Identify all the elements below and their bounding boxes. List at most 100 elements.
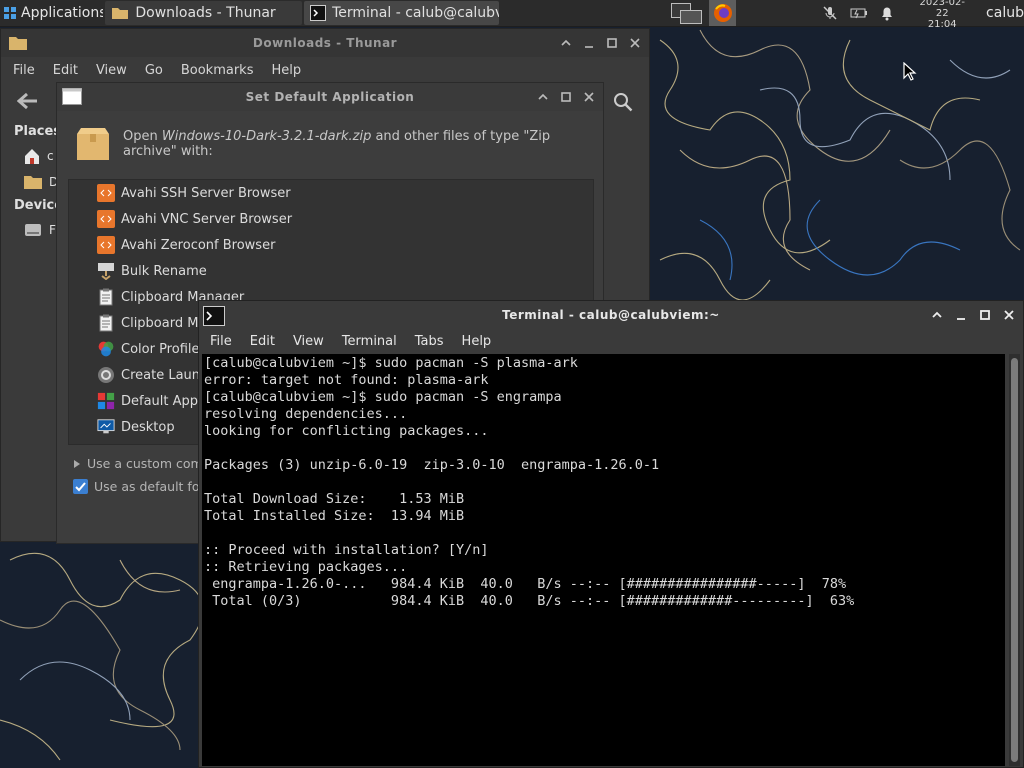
applications-menu-button[interactable]: Applications xyxy=(0,0,103,27)
places-header: Places xyxy=(14,124,62,139)
create-launcher-icon xyxy=(97,366,115,384)
close-icon[interactable] xyxy=(583,91,595,103)
use-as-default-checkbox[interactable]: Use as default for xyxy=(73,479,205,494)
mouse-cursor-icon xyxy=(903,62,917,82)
color-profile-icon xyxy=(97,340,115,358)
sidebar-item-filesystem[interactable]: F xyxy=(1,217,61,243)
maximize-icon[interactable] xyxy=(606,37,618,49)
maximize-icon[interactable] xyxy=(979,309,991,321)
menu-edit[interactable]: Edit xyxy=(241,334,284,349)
system-tray xyxy=(822,5,894,21)
scrollbar-thumb[interactable] xyxy=(1011,358,1018,762)
folder-icon xyxy=(111,6,129,20)
default-applications-icon xyxy=(97,392,115,410)
firefox-icon xyxy=(713,3,733,23)
minimize-icon[interactable] xyxy=(955,309,967,321)
dialog-title: Set Default Application xyxy=(245,90,415,104)
maximize-icon[interactable] xyxy=(560,91,572,103)
user-menu[interactable]: calub xyxy=(986,5,1024,21)
terminal-line: Total (0/3) 984.4 KiB 40.0 B/s --:-- [##… xyxy=(204,593,855,609)
list-item[interactable]: Avahi VNC Server Browser xyxy=(69,206,593,232)
taskbar-item-terminal[interactable]: Terminal - calub@calubvi... xyxy=(304,1,499,25)
list-item[interactable]: Avahi SSH Server Browser xyxy=(69,180,593,206)
top-panel: Applications Downloads - Thunar Terminal… xyxy=(0,0,1024,30)
close-icon[interactable] xyxy=(629,37,641,49)
battery-icon[interactable] xyxy=(850,7,868,19)
terminal-line: engrampa-1.26.0-... 984.4 KiB 40.0 B/s -… xyxy=(204,576,847,592)
folder-icon xyxy=(23,174,43,190)
taskbar-item-label: Terminal - calub@calubvi... xyxy=(332,5,499,21)
menu-edit[interactable]: Edit xyxy=(44,63,87,78)
menu-bookmarks[interactable]: Bookmarks xyxy=(172,63,263,78)
triangle-right-icon xyxy=(73,459,81,469)
menu-tabs[interactable]: Tabs xyxy=(406,334,453,349)
terminal-line: [calub@calubviem ~]$ sudo pacman -S engr… xyxy=(204,389,562,405)
terminal-line: resolving dependencies... xyxy=(204,406,408,422)
applications-label: Applications xyxy=(21,5,104,21)
terminal-line: :: Proceed with installation? [Y/n] xyxy=(204,542,489,558)
menu-help[interactable]: Help xyxy=(453,334,501,349)
menu-terminal[interactable]: Terminal xyxy=(333,334,406,349)
avahi-icon xyxy=(97,236,115,254)
terminal-titlebar[interactable]: Terminal - calub@calubviem:~ xyxy=(199,301,1023,329)
archive-icon xyxy=(73,124,113,164)
terminal-line: looking for conflicting packages... xyxy=(204,423,489,439)
terminal-window: Terminal - calub@calubviem:~ File Edit V… xyxy=(198,300,1024,768)
drive-icon xyxy=(23,221,43,239)
workspace-switcher[interactable] xyxy=(670,1,705,25)
clock-time: 21:04 xyxy=(927,18,957,30)
close-icon[interactable] xyxy=(1003,309,1015,321)
terminal-scrollbar[interactable] xyxy=(1009,354,1020,766)
terminal-line: Total Download Size: 1.53 MiB xyxy=(204,491,465,507)
terminal-line: [calub@calubviem ~]$ sudo pacman -S plas… xyxy=(204,355,578,371)
taskbar-item-thunar[interactable]: Downloads - Thunar xyxy=(105,1,303,25)
notification-bell-icon[interactable] xyxy=(880,5,894,21)
terminal-line: error: target not found: plasma-ark xyxy=(204,372,489,388)
window-title: Terminal - calub@calubviem:~ xyxy=(502,308,720,322)
xfce-logo-icon xyxy=(3,6,17,20)
search-icon[interactable] xyxy=(613,92,633,112)
checkmark-icon xyxy=(73,479,88,494)
prompt-filename: Windows-10-Dark-3.2.1-dark.zip xyxy=(161,129,372,144)
devices-header: Device xyxy=(14,198,64,213)
terminal-menubar: File Edit View Terminal Tabs Help xyxy=(199,329,1023,354)
menu-help[interactable]: Help xyxy=(262,63,310,78)
menu-view[interactable]: View xyxy=(284,334,333,349)
minimize-icon[interactable] xyxy=(583,37,595,49)
clipboard-icon xyxy=(97,288,115,306)
taskbar-item-label: Downloads - Thunar xyxy=(135,5,276,21)
custom-command-expander[interactable]: Use a custom comm xyxy=(73,456,215,471)
menu-file[interactable]: File xyxy=(4,63,44,78)
thunar-sidebar: Places c D Device F xyxy=(1,121,64,243)
window-title: Downloads - Thunar xyxy=(252,36,398,50)
minimize-icon[interactable] xyxy=(931,309,943,321)
minimize-icon[interactable] xyxy=(537,91,549,103)
sidebar-item-desktop[interactable]: D xyxy=(1,169,61,195)
back-arrow-icon[interactable] xyxy=(17,92,39,110)
menu-go[interactable]: Go xyxy=(136,63,172,78)
avahi-icon xyxy=(97,184,115,202)
terminal-icon xyxy=(310,5,327,21)
menu-file[interactable]: File xyxy=(201,334,241,349)
thunar-titlebar[interactable]: Downloads - Thunar xyxy=(1,29,649,57)
dialog-titlebar[interactable]: Set Default Application xyxy=(57,83,603,111)
menu-view[interactable]: View xyxy=(87,63,136,78)
list-item[interactable]: Bulk Rename xyxy=(69,258,593,284)
microphone-muted-icon[interactable] xyxy=(822,5,838,21)
avahi-icon xyxy=(97,210,115,228)
terminal-line: :: Retrieving packages... xyxy=(204,559,408,575)
terminal-output[interactable]: [calub@calubviem ~]$ sudo pacman -S plas… xyxy=(202,354,1005,766)
terminal-line: Total Installed Size: 13.94 MiB xyxy=(204,508,465,524)
clock[interactable]: 2023-02-22 21:04 xyxy=(916,0,968,30)
home-icon xyxy=(23,147,41,165)
dialog-prompt: Open Windows-10-Dark-3.2.1-dark.zip and … xyxy=(57,111,603,177)
terminal-line: Packages (3) unzip-6.0-19 zip-3.0-10 eng… xyxy=(204,457,660,473)
sidebar-item-home[interactable]: c xyxy=(1,143,61,169)
list-item[interactable]: Avahi Zeroconf Browser xyxy=(69,232,593,258)
minimize-icon[interactable] xyxy=(560,37,572,49)
thunar-menubar: File Edit View Go Bookmarks Help xyxy=(1,57,649,83)
firefox-launcher[interactable] xyxy=(708,0,737,26)
